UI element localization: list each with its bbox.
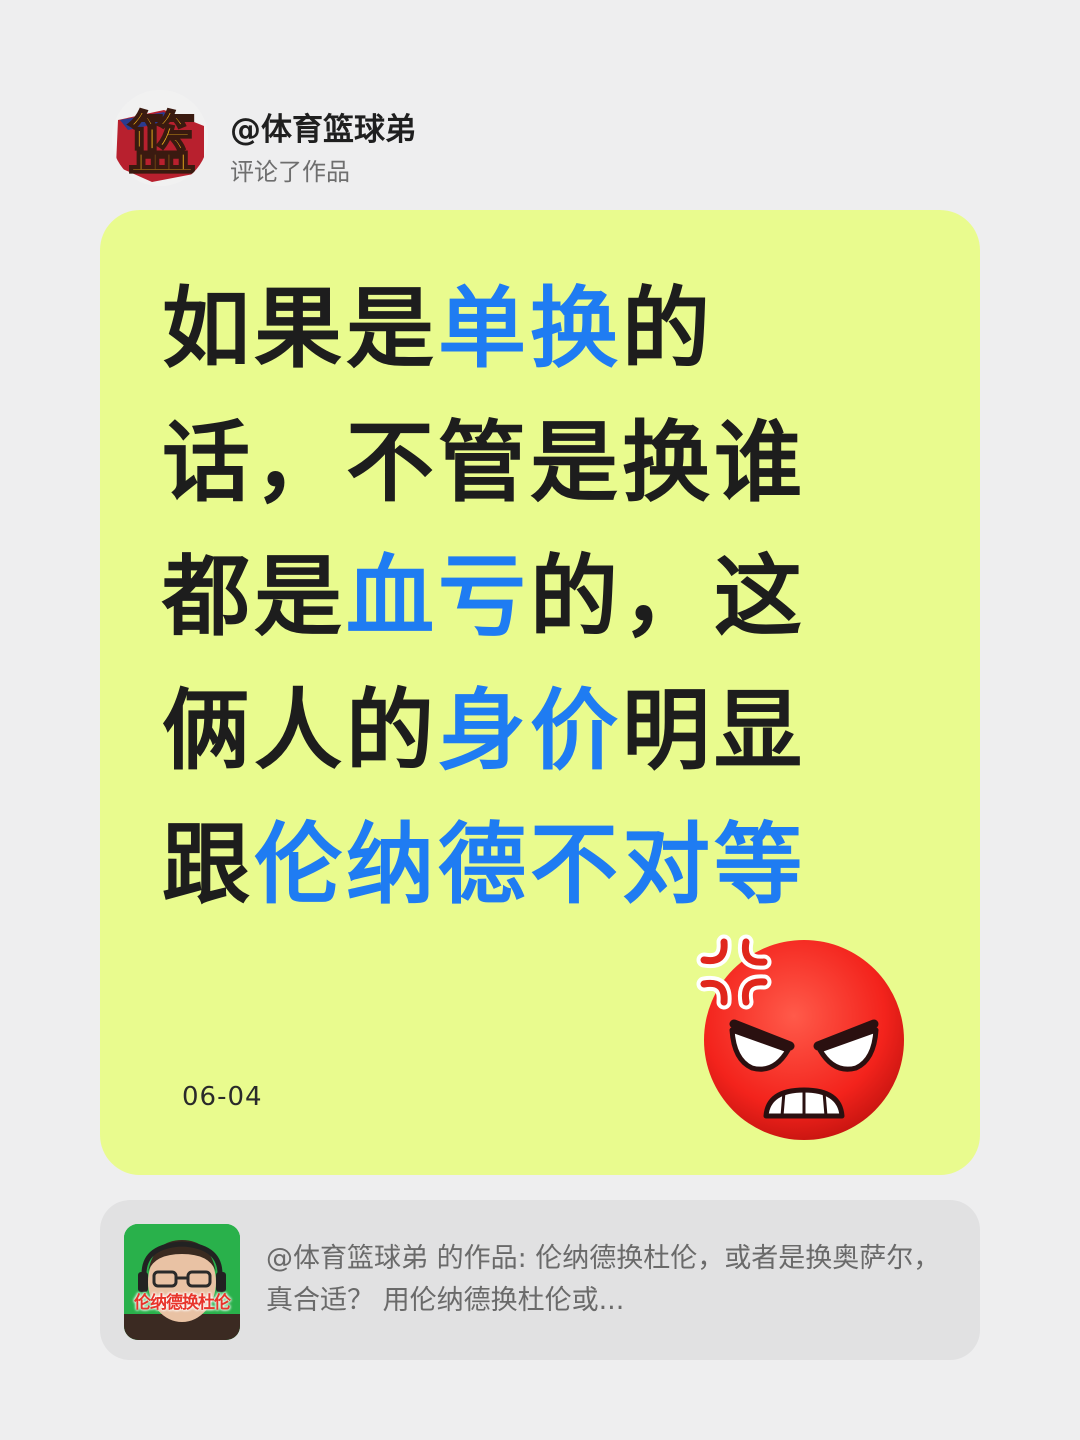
comment-phrase: 跟	[162, 813, 255, 916]
highlighted-phrase: 血亏	[346, 545, 531, 648]
comment-card: 如果是单换的 话，不管是换谁 都是血亏的，这 俩人的身价明显 跟伦纳德不对等 06-04	[100, 210, 980, 1175]
quoted-work-text[interactable]: @体育篮球弟 的作品: 伦纳德换杜伦，或者是换奥萨尔，真合适？ 用伦纳德换杜伦或…	[266, 1238, 946, 1322]
angry-face-icon	[696, 934, 904, 1140]
quoted-work-card[interactable]: 伦纳德换杜伦 @体育篮球弟 的作品: 伦纳德换杜伦，或者是换奥萨尔，真合适？ 用…	[100, 1200, 980, 1360]
comment-line: 都是血亏的，这	[162, 530, 862, 664]
comment-line: 如果是单换的	[162, 262, 862, 396]
comment-phrase: 的，这	[530, 545, 807, 648]
avatar-logo-icon: 篮	[112, 90, 208, 186]
comment-phrase: 话，不管是换谁	[162, 411, 807, 514]
comment-text: 如果是单换的 话，不管是换谁 都是血亏的，这 俩人的身价明显 跟伦纳德不对等	[162, 262, 862, 932]
highlighted-phrase: 单换	[438, 277, 623, 380]
user-name[interactable]: @体育篮球弟	[230, 104, 416, 149]
thumbnail-caption: 伦纳德换杜伦	[134, 1293, 231, 1313]
comment-line: 跟伦纳德不对等	[162, 798, 862, 932]
comment-phrase: 俩人的	[162, 679, 439, 782]
highlighted-phrase: 伦纳德不对等	[254, 813, 807, 916]
user-action-label: 评论了作品	[230, 158, 350, 186]
comment-phrase: 明显	[622, 679, 807, 782]
comment-header: 篮 @体育篮球弟 评论了作品	[112, 90, 812, 186]
comment-phrase: 都是	[162, 545, 347, 648]
comment-line: 话，不管是换谁	[162, 396, 862, 530]
comment-line: 俩人的身价明显	[162, 664, 862, 798]
person-thumbnail-icon	[124, 1224, 240, 1340]
comment-phrase: 的	[622, 277, 715, 380]
quoted-work-thumbnail[interactable]: 伦纳德换杜伦	[124, 1224, 240, 1340]
avatar-glyph: 篮	[128, 106, 196, 185]
user-avatar[interactable]: 篮	[112, 90, 208, 186]
comment-date: 06-04	[182, 1082, 263, 1112]
highlighted-phrase: 身价	[438, 679, 623, 782]
comment-phrase: 如果是	[162, 277, 439, 380]
